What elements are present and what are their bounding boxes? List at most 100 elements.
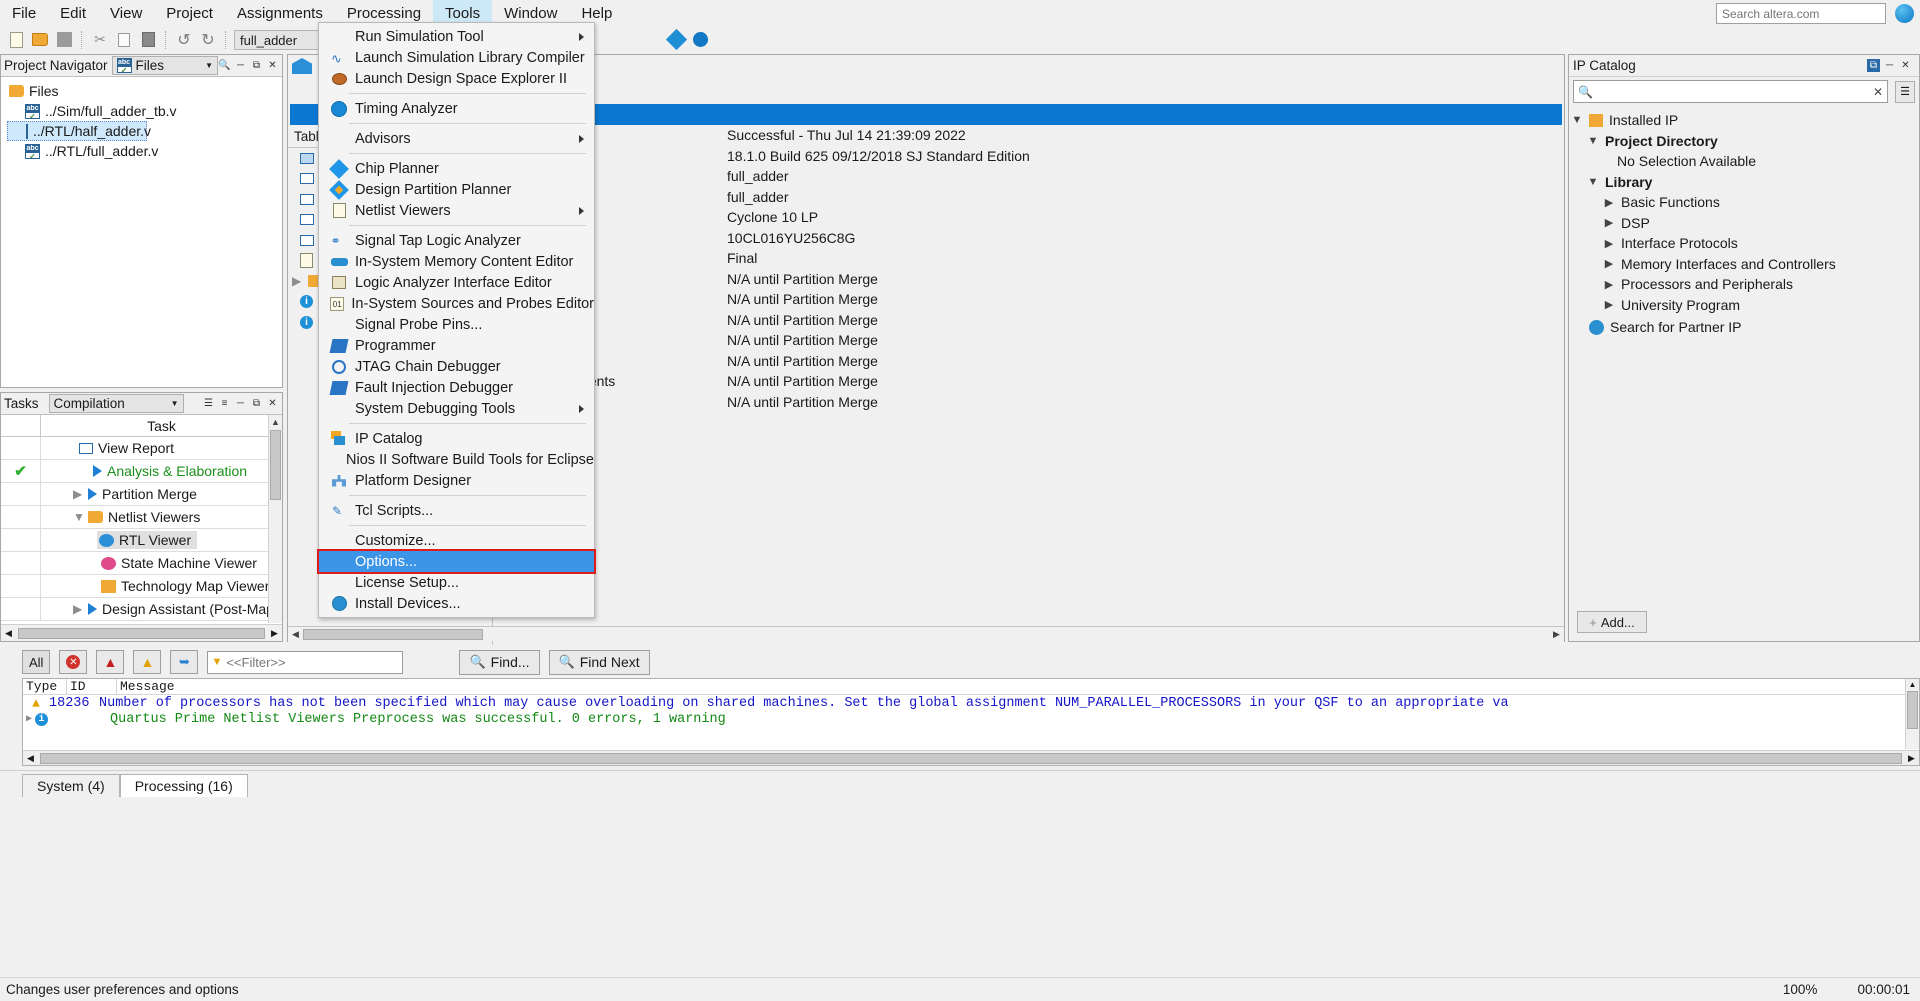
task-row[interactable]: State Machine Viewer	[1, 552, 282, 575]
paste-icon[interactable]	[137, 29, 159, 50]
minimize-icon[interactable]: ─	[1883, 59, 1896, 72]
chevron-right-icon[interactable]: ▶	[1603, 278, 1615, 291]
menu-item-launch-simulation-library-compiler[interactable]: ∿ Launch Simulation Library Compiler	[319, 47, 594, 68]
ip-node-interface-protocols[interactable]: ▶ Interface Protocols	[1569, 233, 1919, 254]
chevron-right-icon[interactable]: ▶	[1603, 257, 1615, 270]
ip-node-processors-peripherals[interactable]: ▶ Processors and Peripherals	[1569, 274, 1919, 295]
chevron-right-icon[interactable]: ▶	[1603, 196, 1615, 209]
ip-node-memory-interfaces[interactable]: ▶ Memory Interfaces and Controllers	[1569, 254, 1919, 275]
ip-search-input[interactable]	[1592, 83, 1873, 100]
filter-all-button[interactable]: All	[22, 650, 51, 674]
menu-item-jtag-chain-debugger[interactable]: JTAG Chain Debugger	[319, 356, 594, 377]
tasks-vertical-scrollbar[interactable]: ▲	[268, 415, 282, 623]
menu-item-license-setup[interactable]: License Setup...	[319, 572, 594, 593]
ip-node-basic-functions[interactable]: ▶ Basic Functions	[1569, 192, 1919, 213]
redo-icon[interactable]: ↻	[197, 29, 219, 50]
search-input[interactable]	[1716, 3, 1886, 24]
close-icon[interactable]: ✕	[266, 397, 279, 410]
close-icon[interactable]: ✕	[266, 59, 279, 72]
report-horizontal-scrollbar[interactable]: ◀ ▶	[288, 626, 1564, 641]
message-row[interactable]: ▶ i Quartus Prime Netlist Viewers Prepro…	[23, 711, 1919, 727]
menu-project[interactable]: Project	[154, 0, 225, 27]
messages-vertical-scrollbar[interactable]: ▲	[1905, 679, 1919, 749]
menu-item-advisors[interactable]: Advisors	[319, 128, 594, 149]
message-row[interactable]: ▲ 18236 Number of processors has not bee…	[23, 695, 1919, 711]
chevron-right-icon[interactable]: ▶	[1603, 237, 1615, 250]
filter-warning-button[interactable]: ▲	[133, 650, 162, 674]
float-icon[interactable]: ⧉	[250, 59, 263, 72]
chevron-down-icon[interactable]: ▼	[1587, 135, 1599, 147]
menu-item-run-simulation-tool[interactable]: Run Simulation Tool	[319, 26, 594, 47]
programmer-toolbar-icon[interactable]	[689, 29, 711, 50]
search-icon[interactable]: 🔍	[218, 59, 231, 72]
chevron-right-icon[interactable]: ▶	[1603, 216, 1615, 229]
chevron-right-icon[interactable]: ▶	[23, 713, 35, 725]
minimize-icon[interactable]: ─	[234, 59, 247, 72]
project-navigator-view-selector[interactable]: Files ▼	[111, 56, 218, 75]
menu-item-logic-analyzer-interface-editor[interactable]: Logic Analyzer Interface Editor	[319, 272, 594, 293]
tasks-flow-selector[interactable]: Compilation ▼	[48, 394, 184, 413]
menu-edit[interactable]: Edit	[48, 0, 98, 27]
messages-filter-input[interactable]: ▼ <<Filter>>	[207, 650, 404, 674]
file-item-half-adder[interactable]: ../RTL/half_adder.v	[7, 121, 151, 141]
tree-root-files[interactable]: Files	[7, 81, 282, 101]
filter-info-button[interactable]: ➥	[170, 650, 199, 674]
scroll-left-icon[interactable]: ◀	[288, 629, 303, 640]
open-file-icon[interactable]	[29, 29, 51, 50]
chevron-right-icon[interactable]: ▶	[292, 274, 302, 288]
task-row[interactable]: RTL Viewer	[1, 529, 282, 552]
tab-system[interactable]: System (4)	[22, 774, 120, 797]
float-icon[interactable]: ⧉	[1867, 59, 1880, 72]
float-icon[interactable]: ⧉	[250, 397, 263, 410]
ip-node-university-program[interactable]: ▶ University Program	[1569, 295, 1919, 316]
messages-horizontal-scrollbar[interactable]: ◀ ▶	[23, 750, 1919, 765]
task-row[interactable]: View Report	[1, 437, 282, 460]
menu-item-fault-injection-debugger[interactable]: Fault Injection Debugger	[319, 377, 594, 398]
menu-item-chip-planner[interactable]: Chip Planner	[319, 158, 594, 179]
menu-item-options[interactable]: Options...	[317, 549, 596, 574]
scroll-right-icon[interactable]: ▶	[1549, 629, 1564, 640]
detail-view-icon[interactable]: ≡	[218, 397, 231, 410]
task-row[interactable]: ✔ Analysis & Elaboration	[1, 460, 282, 483]
new-file-icon[interactable]	[5, 29, 27, 50]
tab-processing[interactable]: Processing (16)	[119, 774, 248, 797]
menu-file[interactable]: File	[0, 0, 48, 27]
menu-item-timing-analyzer[interactable]: Timing Analyzer	[319, 98, 594, 119]
save-icon[interactable]	[53, 29, 75, 50]
ip-search-box[interactable]: 🔍 ✕	[1573, 80, 1888, 103]
ip-node-search-partner-ip[interactable]: Search for Partner IP	[1569, 317, 1919, 338]
tasks-horizontal-scrollbar[interactable]: ◀ ▶	[1, 624, 282, 641]
chevron-down-icon[interactable]: ▼	[1571, 114, 1583, 126]
menu-item-platform-designer[interactable]: Platform Designer	[319, 470, 594, 491]
chevron-right-icon[interactable]: ▶	[73, 487, 83, 501]
scroll-left-icon[interactable]: ◀	[23, 753, 38, 764]
task-row[interactable]: Technology Map Viewer (	[1, 575, 282, 598]
menu-item-in-system-sources-and-probes-editor[interactable]: 01 In-System Sources and Probes Editor	[319, 293, 594, 314]
chevron-right-icon[interactable]: ▶	[73, 602, 83, 616]
chevron-down-icon[interactable]: ▼	[1587, 176, 1599, 188]
globe-icon[interactable]	[1895, 4, 1914, 23]
menu-item-programmer[interactable]: Programmer	[319, 335, 594, 356]
menu-item-tcl-scripts[interactable]: ✎ Tcl Scripts...	[319, 500, 594, 521]
cut-icon[interactable]: ✂	[89, 29, 111, 50]
clear-icon[interactable]: ✕	[1873, 85, 1883, 99]
menu-item-customize[interactable]: Customize...	[319, 530, 594, 551]
menu-item-install-devices[interactable]: Install Devices...	[319, 593, 594, 614]
chevron-down-icon[interactable]: ▼	[73, 510, 85, 524]
menu-view[interactable]: View	[98, 0, 154, 27]
add-ip-button[interactable]: + Add...	[1577, 611, 1647, 633]
ip-node-dsp[interactable]: ▶ DSP	[1569, 213, 1919, 234]
report-folder-icon[interactable]	[292, 58, 314, 78]
undo-icon[interactable]: ↺	[173, 29, 195, 50]
ip-node-project-directory[interactable]: ▼ Project Directory	[1569, 131, 1919, 152]
scroll-right-icon[interactable]: ▶	[1904, 753, 1919, 764]
menu-item-signal-probe-pins[interactable]: Signal Probe Pins...	[319, 314, 594, 335]
menu-item-ip-catalog[interactable]: IP Catalog	[319, 428, 594, 449]
rtl-viewer-row[interactable]: RTL Viewer	[97, 531, 198, 549]
task-row[interactable]: ▶ Design Assistant (Post-Mapp	[1, 598, 282, 621]
filter-error-button[interactable]: ✕	[59, 650, 88, 674]
menu-item-system-debugging-tools[interactable]: System Debugging Tools	[319, 398, 594, 419]
compile-icon[interactable]	[665, 28, 687, 51]
find-button[interactable]: 🔍 Find...	[459, 649, 540, 675]
find-next-button[interactable]: 🔍 Find Next	[548, 649, 650, 675]
